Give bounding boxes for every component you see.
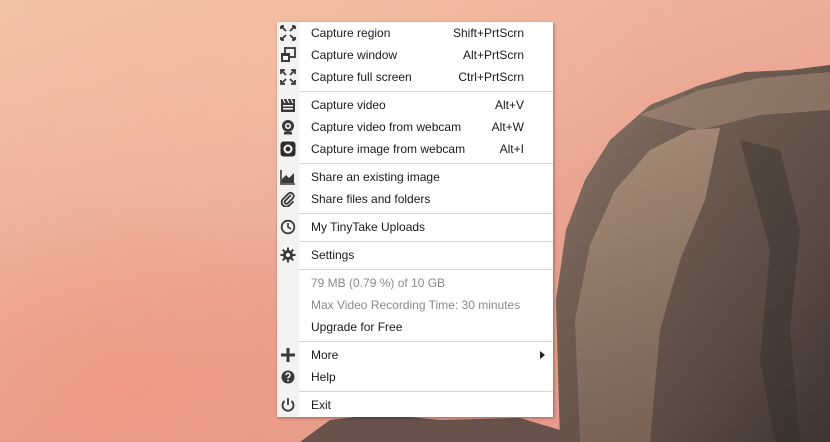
capture-window-icon	[279, 46, 297, 64]
menu-item-label: Capture region	[311, 26, 391, 40]
menu-item-my-uploads[interactable]: My TinyTake Uploads	[277, 216, 553, 238]
help-icon	[279, 368, 297, 386]
menu-item-shortcut: Ctrl+PrtScrn	[458, 70, 524, 84]
menu-item-label: Help	[311, 370, 336, 384]
fullscreen-icon	[279, 68, 297, 86]
menu-item-capture-video[interactable]: Capture video Alt+V	[277, 94, 553, 116]
menu-item-label: Exit	[311, 398, 332, 412]
menu-separator	[299, 213, 553, 214]
menu-separator	[299, 241, 553, 242]
camera-lens-icon	[279, 140, 297, 158]
menu-separator	[299, 341, 553, 342]
menu-separator	[299, 269, 553, 270]
menu-item-settings[interactable]: Settings	[277, 244, 553, 266]
menu-item-share-existing-image[interactable]: Share an existing image	[277, 166, 553, 188]
menu-item-label: Capture video from webcam	[311, 120, 462, 134]
menu-item-share-files-folders[interactable]: Share files and folders	[277, 188, 553, 210]
gear-icon	[279, 246, 297, 264]
storage-usage-label: 79 MB (0.79 %) of 10 GB	[311, 276, 446, 290]
menu-item-label: Settings	[311, 248, 355, 262]
plus-icon	[279, 346, 297, 364]
menu-item-capture-image-webcam[interactable]: Capture image from webcam Alt+I	[277, 138, 553, 160]
max-recording-time-label: Max Video Recording Time: 30 minutes	[311, 298, 521, 312]
power-icon	[279, 396, 297, 414]
menu-item-label: Capture image from webcam	[311, 142, 466, 156]
menu-item-capture-region[interactable]: Capture region Shift+PrtScrn	[277, 22, 553, 44]
menu-item-capture-window[interactable]: Capture window Alt+PrtScrn	[277, 44, 553, 66]
menu-item-label: Share an existing image	[311, 170, 440, 184]
menu-item-help[interactable]: Help	[277, 366, 553, 388]
webcam-icon	[279, 118, 297, 136]
menu-item-label: My TinyTake Uploads	[311, 220, 426, 234]
menu-item-label: Capture window	[311, 48, 398, 62]
menu-item-label: Capture full screen	[311, 70, 412, 84]
menu-item-capture-video-webcam[interactable]: Capture video from webcam Alt+W	[277, 116, 553, 138]
menu-separator	[299, 391, 553, 392]
menu-item-more[interactable]: More	[277, 344, 553, 366]
menu-item-label: More	[311, 348, 339, 362]
menu-item-label: Capture video	[311, 98, 386, 112]
menu-item-capture-full-screen[interactable]: Capture full screen Ctrl+PrtScrn	[277, 66, 553, 88]
menu-item-shortcut: Shift+PrtScrn	[452, 26, 524, 40]
film-clapper-icon	[279, 96, 297, 114]
menu-item-upgrade[interactable]: Upgrade for Free	[277, 316, 553, 338]
menu-item-label: Share files and folders	[311, 192, 431, 206]
menu-item-label: Upgrade for Free	[311, 320, 403, 334]
capture-region-icon	[279, 24, 297, 42]
menu-item-exit[interactable]: Exit	[277, 394, 553, 416]
max-recording-time-text: Max Video Recording Time: 30 minutes	[277, 294, 553, 316]
area-chart-icon	[279, 168, 297, 186]
submenu-arrow-icon	[540, 351, 545, 359]
tinytake-context-menu: Capture region Shift+PrtScrn Capture win…	[277, 22, 553, 417]
paperclip-icon	[279, 190, 297, 208]
menu-separator	[299, 163, 553, 164]
clock-icon	[279, 218, 297, 236]
menu-item-shortcut: Alt+I	[499, 142, 524, 156]
menu-item-shortcut: Alt+PrtScrn	[462, 48, 524, 62]
menu-item-shortcut: Alt+W	[491, 120, 524, 134]
storage-usage-text: 79 MB (0.79 %) of 10 GB	[277, 272, 553, 294]
menu-separator	[299, 91, 553, 92]
menu-item-shortcut: Alt+V	[494, 98, 524, 112]
